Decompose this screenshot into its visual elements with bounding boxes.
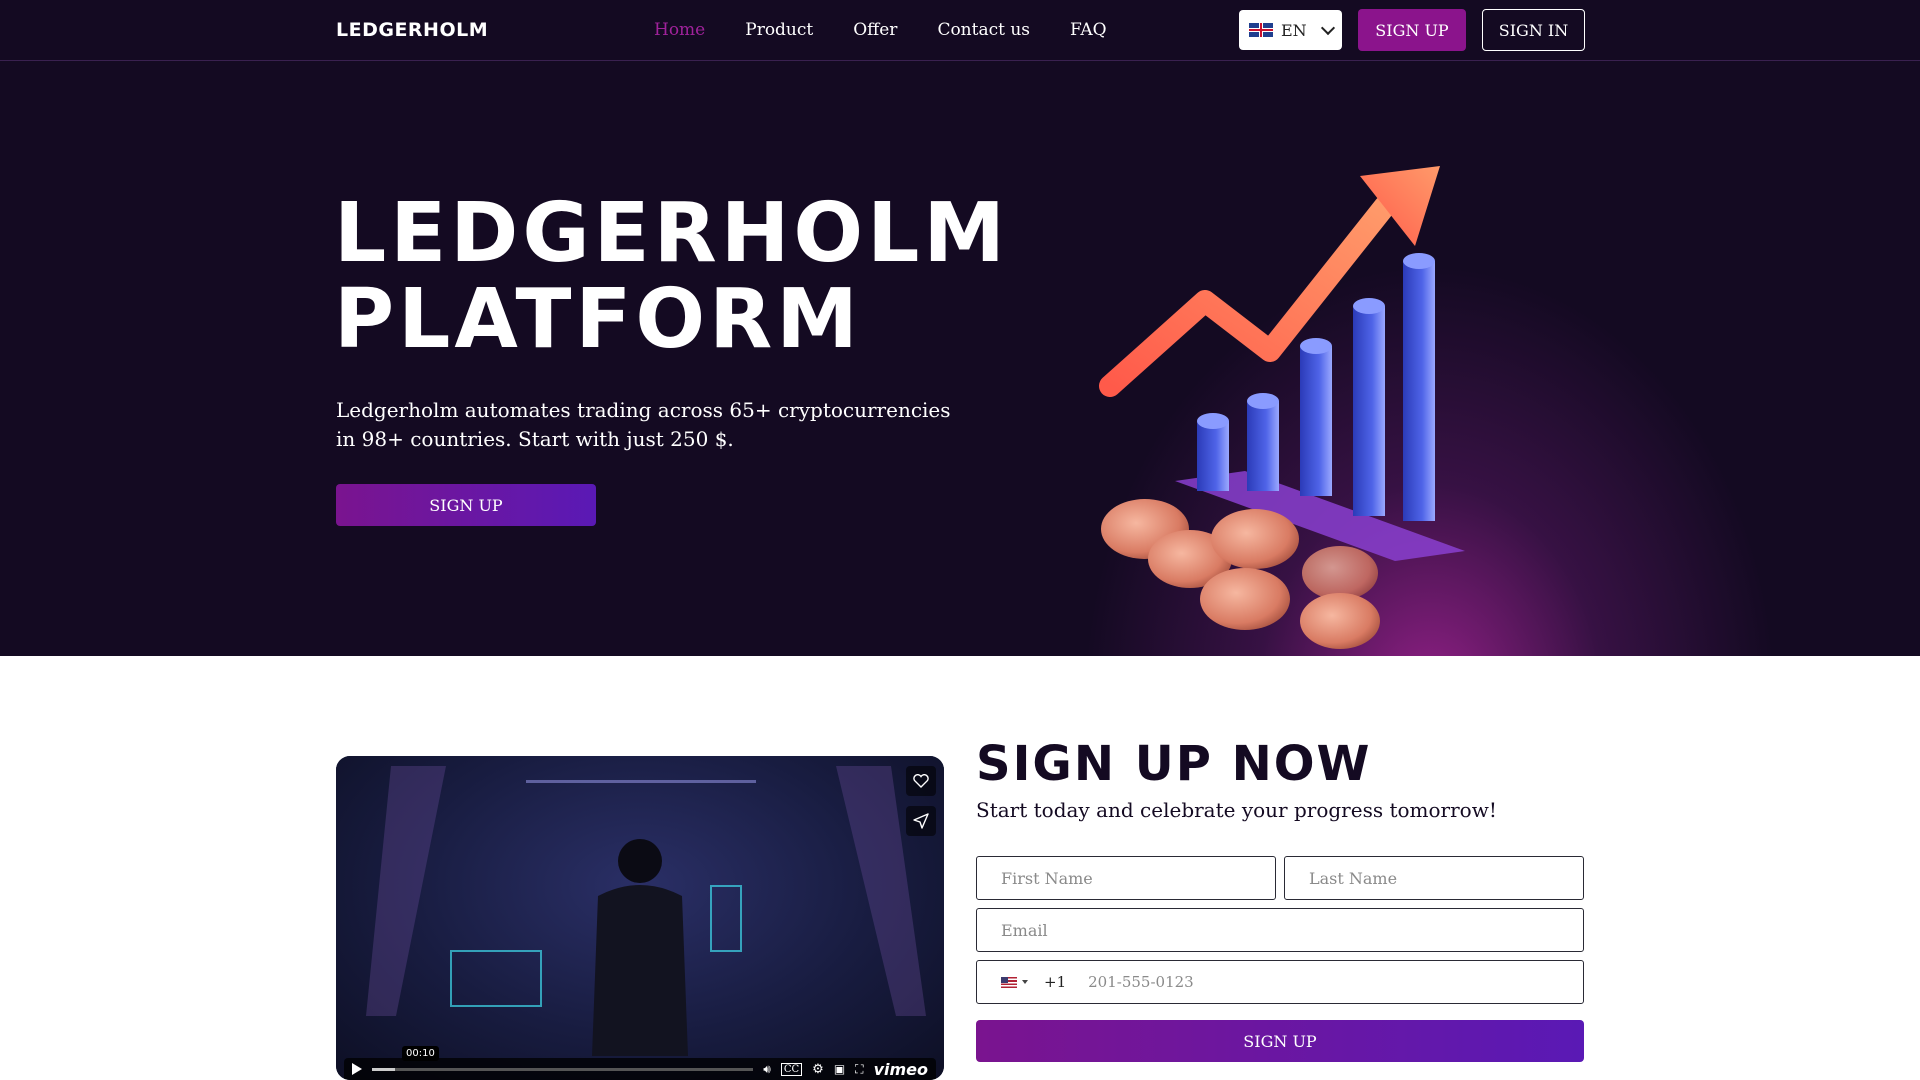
pip-icon[interactable]: ▣ xyxy=(834,1062,845,1076)
hero-section: LEDGERHOLM PLATFORM Ledgerholm automates… xyxy=(0,61,1920,656)
language-code: EN xyxy=(1281,20,1307,40)
volume-icon[interactable]: 🔊︎ xyxy=(763,1062,771,1077)
vimeo-logo[interactable]: vimeo xyxy=(874,1060,928,1079)
us-flag-icon[interactable] xyxy=(1001,976,1017,988)
main-menu: Home Product Offer Contact us FAQ xyxy=(654,20,1107,40)
last-name-field[interactable] xyxy=(1284,856,1584,900)
caret-down-icon[interactable] xyxy=(1022,980,1028,984)
share-button[interactable] xyxy=(906,806,936,836)
video-controls: 🔊︎ CC ⚙ ▣ ⛶ vimeo xyxy=(344,1058,936,1080)
hero-description: Ledgerholm automates trading across 65+ … xyxy=(336,398,951,451)
phone-field[interactable]: +1 xyxy=(976,960,1584,1004)
signin-button[interactable]: SIGN IN xyxy=(1482,9,1585,51)
video-progress-bar[interactable] xyxy=(372,1067,754,1071)
send-icon xyxy=(913,813,929,829)
signup-title: SIGN UP NOW xyxy=(976,736,1372,792)
logo[interactable]: LEDGERHOLM xyxy=(336,19,488,41)
signup-subtitle: Start today and celebrate your progress … xyxy=(976,798,1497,822)
phone-input[interactable] xyxy=(1088,973,1489,991)
nav-home[interactable]: Home xyxy=(654,20,705,40)
fullscreen-icon[interactable]: ⛶ xyxy=(855,1062,863,1077)
nav-product[interactable]: Product xyxy=(745,20,813,40)
play-icon[interactable] xyxy=(352,1063,362,1075)
nav-contact[interactable]: Contact us xyxy=(937,20,1030,40)
hero-title-line2: PLATFORM xyxy=(334,272,862,367)
settings-icon[interactable]: ⚙ xyxy=(812,1062,824,1077)
nav-faq[interactable]: FAQ xyxy=(1070,20,1107,40)
hero-title-line1: LEDGERHOLM xyxy=(334,186,1009,281)
video-player[interactable]: 00:10 🔊︎ CC ⚙ ▣ ⛶ vimeo xyxy=(336,756,944,1080)
heart-icon xyxy=(913,774,929,788)
signup-button-top[interactable]: SIGN UP xyxy=(1358,9,1466,51)
top-navbar: LEDGERHOLM Home Product Offer Contact us… xyxy=(0,0,1920,61)
language-selector[interactable]: EN xyxy=(1239,10,1342,50)
hero-title: LEDGERHOLM PLATFORM xyxy=(334,191,1009,363)
nav-offer[interactable]: Offer xyxy=(853,20,897,40)
growth-chart-with-coins-illustration xyxy=(1099,166,1465,649)
cc-icon[interactable]: CC xyxy=(780,1062,803,1076)
signup-submit-button[interactable]: SIGN UP xyxy=(976,1020,1584,1062)
uk-flag-icon xyxy=(1249,23,1273,37)
chevron-down-icon xyxy=(1320,20,1335,35)
email-field[interactable] xyxy=(976,908,1584,952)
dial-code: +1 xyxy=(1044,973,1067,991)
hero-signup-button[interactable]: SIGN UP xyxy=(336,484,596,526)
video-presenter-scene xyxy=(366,766,926,1056)
first-name-field[interactable] xyxy=(976,856,1276,900)
like-button[interactable] xyxy=(906,766,936,796)
